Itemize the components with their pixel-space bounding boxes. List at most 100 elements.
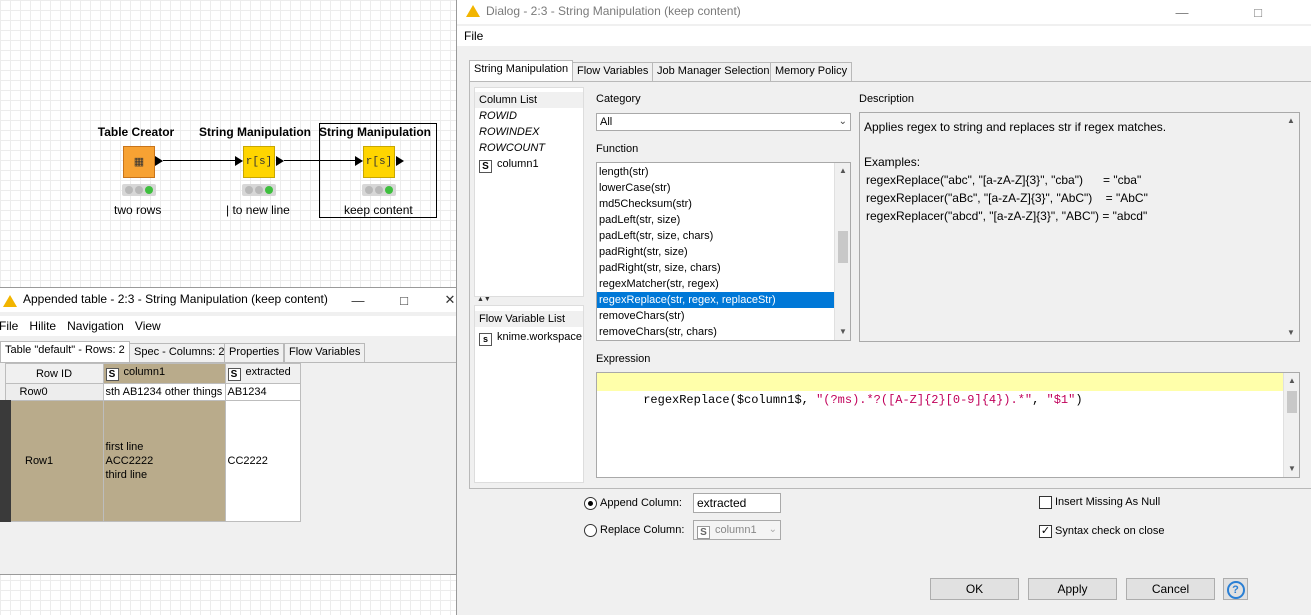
node-string-manipulation-2[interactable]: String Manipulation (300, 124, 450, 140)
expression-editor[interactable]: regexReplace($column1$, "(?ms).*?([A-Z]{… (596, 372, 1300, 478)
menu-file[interactable]: File (464, 26, 483, 46)
help-button[interactable]: ? (1223, 578, 1248, 600)
replace-column-radio[interactable] (584, 524, 597, 537)
column-header-row-id[interactable]: Row ID (4, 363, 104, 384)
scroll-thumb[interactable] (838, 231, 848, 263)
minimize-icon[interactable]: — (335, 288, 381, 312)
function-list-item[interactable]: lowerCase(str) (597, 180, 850, 196)
column-list-item[interactable]: ROWINDEX (475, 124, 583, 140)
replace-column-label[interactable]: Replace Column: (600, 524, 684, 536)
output-port[interactable] (396, 156, 404, 166)
maximize-icon[interactable]: □ (1235, 0, 1281, 24)
string-manipulation-icon[interactable]: r[s] (243, 146, 275, 178)
table-row[interactable]: Row1 first line ACC2222 third line CC222… (0, 400, 301, 522)
description-panel[interactable]: Applies regex to string and replaces str… (859, 112, 1300, 342)
function-list-item[interactable]: length(str) (597, 164, 850, 180)
table-row[interactable]: Row0 sth AB1234 other things AB1234 (4, 383, 301, 401)
function-list-item[interactable]: padLeft(str, size) (597, 212, 850, 228)
table-cell[interactable]: CC2222 (224, 400, 301, 522)
function-list-item[interactable]: removeChars(str) (597, 308, 850, 324)
table-cell[interactable]: AB1234 (224, 383, 301, 401)
scroll-down-icon[interactable]: ▼ (1283, 325, 1299, 341)
function-list-item[interactable]: padLeft(str, size, chars) (597, 228, 850, 244)
title-bar[interactable]: Appended table - 2:3 - String Manipulati… (0, 288, 472, 312)
tab-flow-variables[interactable]: Flow Variables (284, 343, 366, 362)
column-header-label: column1 (123, 366, 166, 378)
scroll-up-icon[interactable]: ▲ (835, 163, 850, 179)
function-list-item[interactable]: regexMatcher(str, regex) (597, 276, 850, 292)
scroll-up-icon[interactable]: ▲ (1284, 373, 1299, 389)
tab-flow-variables[interactable]: Flow Variables (572, 62, 654, 81)
maximize-icon[interactable]: □ (381, 288, 427, 312)
table-cell[interactable]: sth AB1234 other things (102, 383, 226, 401)
table-creator-icon[interactable]: ▦ (123, 146, 155, 178)
column-list[interactable]: Column List ROWID ROWINDEX ROWCOUNT Scol… (474, 87, 584, 297)
function-list-scrollbar[interactable]: ▲ ▼ (834, 163, 850, 340)
replace-column-select[interactable]: Scolumn1 ⌄ (693, 520, 781, 540)
output-port[interactable] (276, 156, 284, 166)
menu-hilite[interactable]: Hilite (29, 316, 56, 336)
function-list-item[interactable]: removeChars(str, chars) (597, 324, 850, 340)
syntax-check-checkbox[interactable]: ✓ (1039, 525, 1052, 538)
syntax-check-label[interactable]: Syntax check on close (1055, 525, 1164, 537)
tab-job-manager[interactable]: Job Manager Selection (652, 62, 775, 81)
tab-table-default[interactable]: Table "default" - Rows: 2 (0, 341, 130, 362)
row-id-cell[interactable]: Row1 (0, 400, 104, 522)
append-column-input[interactable]: extracted (693, 493, 781, 513)
cancel-button[interactable]: Cancel (1126, 578, 1215, 600)
column-list-item[interactable]: ROWCOUNT (475, 140, 583, 156)
scroll-up-icon[interactable]: ▲ (1283, 113, 1299, 129)
menu-view[interactable]: View (135, 316, 161, 336)
column-list-item[interactable]: Scolumn1 (475, 156, 583, 173)
function-list-item[interactable]: md5Checksum(str) (597, 196, 850, 212)
string-type-icon: S (697, 526, 710, 539)
tab-string-manipulation[interactable]: String Manipulation (469, 60, 574, 81)
function-list-item[interactable]: padRight(str, size, chars) (597, 260, 850, 276)
flow-variable-list[interactable]: Flow Variable List s knime.workspace (474, 305, 584, 483)
expression-replacement: "$1" (1046, 393, 1076, 407)
insert-missing-checkbox[interactable] (1039, 496, 1052, 509)
ok-button[interactable]: OK (930, 578, 1019, 600)
node-annotation[interactable]: keep content (344, 203, 413, 217)
append-column-radio[interactable] (584, 497, 597, 510)
menu-navigation[interactable]: Navigation (67, 316, 124, 336)
output-port[interactable] (155, 156, 163, 166)
node-icon-glyph: r[s] (245, 156, 273, 168)
row-id-cell[interactable]: Row0 (4, 383, 104, 401)
node-annotation[interactable]: | to new line (226, 203, 290, 217)
category-select[interactable]: All ⌄ (596, 113, 851, 131)
flow-variable-item[interactable]: s knime.workspace (475, 329, 583, 346)
node-annotation[interactable]: two rows (114, 203, 161, 217)
input-port[interactable] (235, 156, 243, 166)
connection-line[interactable] (163, 160, 235, 161)
insert-missing-label[interactable]: Insert Missing As Null (1055, 496, 1160, 508)
menu-file[interactable]: File (0, 316, 18, 336)
title-bar[interactable]: Dialog - 2:3 - String Manipulation (keep… (457, 0, 1311, 24)
function-list-item[interactable]: padRight(str, size) (597, 244, 850, 260)
apply-button[interactable]: Apply (1028, 578, 1117, 600)
scroll-down-icon[interactable]: ▼ (1284, 461, 1299, 477)
menu-bar: File Hilite Navigation View (0, 316, 472, 336)
string-type-icon: S (479, 160, 492, 173)
tab-properties[interactable]: Properties (224, 343, 285, 362)
tab-memory-policy[interactable]: Memory Policy (770, 62, 853, 81)
scroll-thumb[interactable] (1287, 391, 1297, 413)
scroll-down-icon[interactable]: ▼ (835, 324, 850, 340)
table-cell[interactable]: first line ACC2222 third line (102, 400, 226, 522)
tab-spec[interactable]: Spec - Columns: 2 (129, 343, 230, 362)
node-title: String Manipulation (319, 125, 431, 139)
function-list-item[interactable]: regexReplace(str, regex, replaceStr) (597, 292, 850, 308)
minimize-icon[interactable]: — (1159, 0, 1205, 24)
column-list-item[interactable]: ROWID (475, 108, 583, 124)
column-header-extracted[interactable]: Sextracted (224, 363, 301, 384)
string-manipulation-icon[interactable]: r[s] (363, 146, 395, 178)
function-list[interactable]: length(str) lowerCase(str) md5Checksum(str… (596, 162, 851, 341)
expression-function: regexReplace( (643, 393, 737, 407)
description-scrollbar[interactable]: ▲ ▼ (1283, 113, 1299, 341)
splitter-handle[interactable]: ▲▼ (477, 296, 491, 303)
expression-scrollbar[interactable]: ▲ ▼ (1283, 373, 1299, 477)
append-column-label[interactable]: Append Column: (600, 497, 682, 509)
column-header-column1[interactable]: Scolumn1 (102, 363, 226, 384)
workflow-canvas[interactable]: Table Creator ▦ two rows String Manipula… (0, 0, 456, 290)
string-type-icon: S (227, 368, 241, 381)
